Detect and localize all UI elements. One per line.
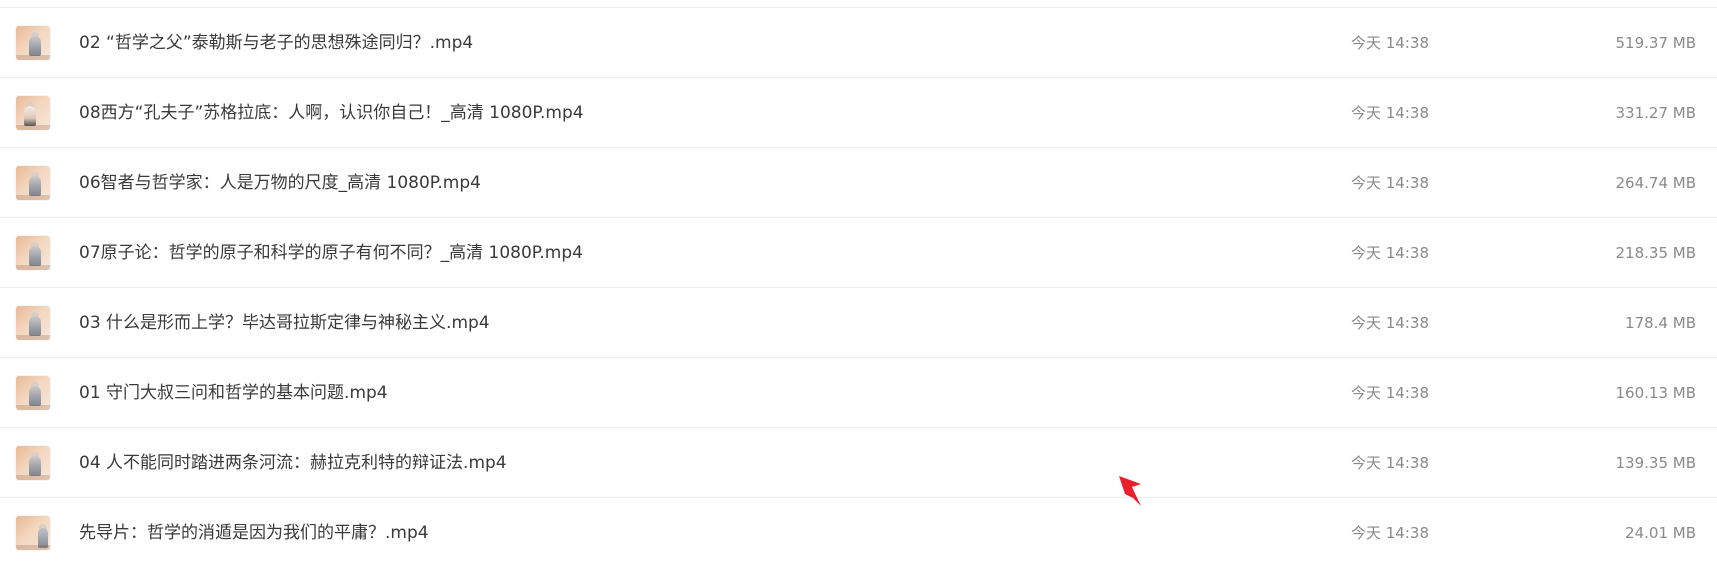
file-name[interactable]: 06智者与哲学家：人是万物的尺度_高清 1080P.mp4 bbox=[79, 148, 481, 218]
file-modified-time: 今天 14:38 bbox=[1351, 104, 1429, 122]
file-row[interactable]: 先导片：哲学的消遁是因为我们的平庸？.mp4 今天 14:38 24.01 MB bbox=[0, 498, 1717, 568]
file-row[interactable]: 04 人不能同时踏进两条河流：赫拉克利特的辩证法.mp4 今天 14:38 13… bbox=[0, 428, 1717, 498]
file-size: 139.35 MB bbox=[1615, 454, 1697, 472]
file-size: 519.37 MB bbox=[1615, 34, 1697, 52]
video-thumbnail-icon bbox=[16, 26, 50, 60]
file-list: 02 “哲学之父”泰勒斯与老子的思想殊途同归？.mp4 今天 14:38 519… bbox=[0, 0, 1717, 576]
mouse-pointer-icon bbox=[1119, 476, 1141, 506]
file-name[interactable]: 01 守门大叔三问和哲学的基本问题.mp4 bbox=[79, 358, 388, 428]
file-name[interactable]: 08西方“孔夫子”苏格拉底：人啊，认识你自己！_高清 1080P.mp4 bbox=[79, 78, 584, 148]
file-row[interactable]: 02 “哲学之父”泰勒斯与老子的思想殊途同归？.mp4 今天 14:38 519… bbox=[0, 8, 1717, 78]
file-name[interactable]: 02 “哲学之父”泰勒斯与老子的思想殊途同归？.mp4 bbox=[79, 8, 473, 78]
file-size: 160.13 MB bbox=[1615, 384, 1697, 402]
video-thumbnail-icon bbox=[16, 376, 50, 410]
file-name[interactable]: 03 什么是形而上学？毕达哥拉斯定律与神秘主义.mp4 bbox=[79, 288, 490, 358]
video-thumbnail-icon bbox=[16, 446, 50, 480]
file-modified-time: 今天 14:38 bbox=[1351, 524, 1429, 542]
file-row[interactable]: 01 守门大叔三问和哲学的基本问题.mp4 今天 14:38 160.13 MB bbox=[0, 358, 1717, 428]
file-modified-time: 今天 14:38 bbox=[1351, 314, 1429, 332]
file-modified-time: 今天 14:38 bbox=[1351, 174, 1429, 192]
file-name[interactable]: 04 人不能同时踏进两条河流：赫拉克利特的辩证法.mp4 bbox=[79, 428, 507, 498]
video-thumbnail-icon bbox=[16, 236, 50, 270]
file-name[interactable]: 07原子论：哲学的原子和科学的原子有何不同？_高清 1080P.mp4 bbox=[79, 218, 583, 288]
file-modified-time: 今天 14:38 bbox=[1351, 34, 1429, 52]
file-row[interactable]: 06智者与哲学家：人是万物的尺度_高清 1080P.mp4 今天 14:38 2… bbox=[0, 148, 1717, 218]
file-name[interactable]: 先导片：哲学的消遁是因为我们的平庸？.mp4 bbox=[79, 498, 429, 568]
file-modified-time: 今天 14:38 bbox=[1351, 384, 1429, 402]
file-row[interactable]: 03 什么是形而上学？毕达哥拉斯定律与神秘主义.mp4 今天 14:38 178… bbox=[0, 288, 1717, 358]
file-size: 264.74 MB bbox=[1615, 174, 1697, 192]
video-thumbnail-icon bbox=[16, 306, 50, 340]
file-row[interactable]: 07原子论：哲学的原子和科学的原子有何不同？_高清 1080P.mp4 今天 1… bbox=[0, 218, 1717, 288]
file-row[interactable]: 08西方“孔夫子”苏格拉底：人啊，认识你自己！_高清 1080P.mp4 今天 … bbox=[0, 78, 1717, 148]
file-modified-time: 今天 14:38 bbox=[1351, 244, 1429, 262]
file-size: 24.01 MB bbox=[1625, 524, 1696, 542]
file-size: 178.4 MB bbox=[1625, 314, 1696, 332]
file-size: 218.35 MB bbox=[1615, 244, 1697, 262]
file-size: 331.27 MB bbox=[1615, 104, 1697, 122]
video-thumbnail-icon bbox=[16, 166, 50, 200]
video-thumbnail-icon bbox=[16, 516, 50, 550]
file-modified-time: 今天 14:38 bbox=[1351, 454, 1429, 472]
video-thumbnail-icon bbox=[16, 96, 50, 130]
